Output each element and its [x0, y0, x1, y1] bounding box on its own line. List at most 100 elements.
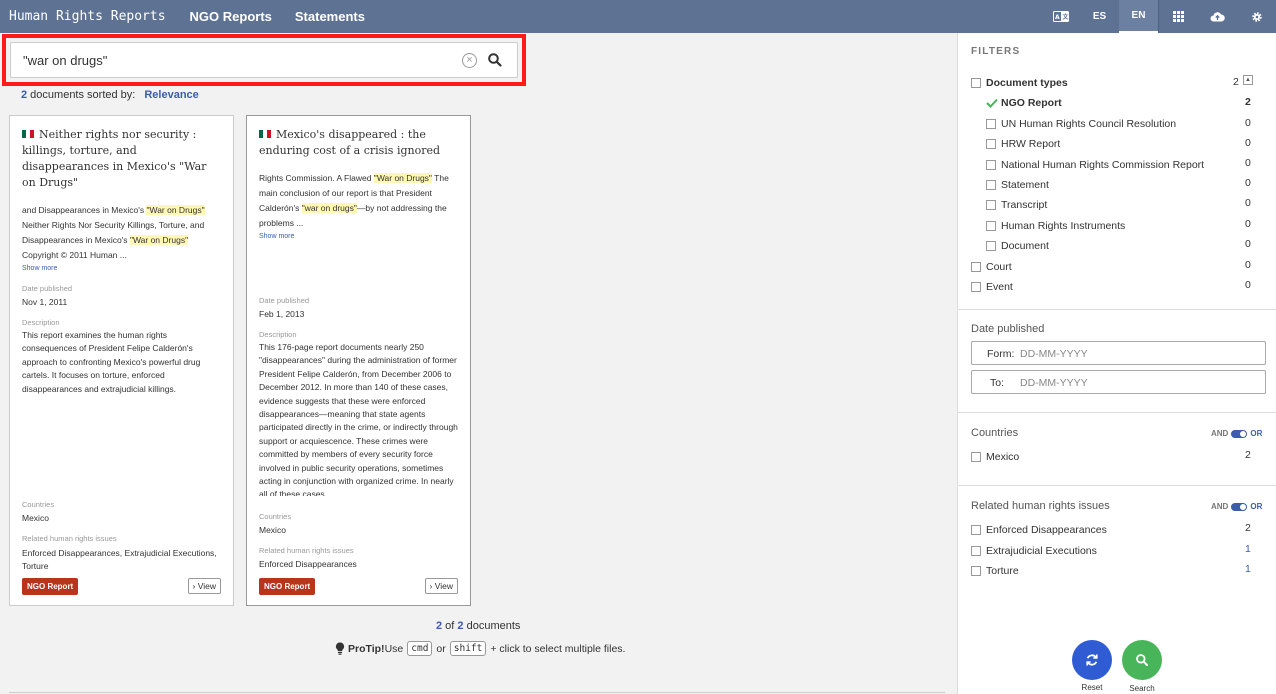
- filter-count: 0: [1245, 177, 1251, 189]
- countries-and-or-toggle[interactable]: AND OR: [1211, 429, 1262, 438]
- brand-title[interactable]: Human Rights Reports: [9, 9, 166, 24]
- filter-hr-instruments[interactable]: Human Rights Instruments: [986, 219, 1125, 233]
- date-label: Date published: [259, 296, 310, 305]
- section-divider: [958, 412, 1276, 413]
- cmd-key: cmd: [407, 641, 433, 656]
- settings-button[interactable]: [1237, 0, 1276, 33]
- checkbox[interactable]: [986, 180, 996, 190]
- checkbox[interactable]: [986, 139, 996, 149]
- issues-label: Related human rights issues: [259, 546, 354, 555]
- description-label: Description: [22, 318, 60, 327]
- filter-count: 0: [1245, 197, 1251, 209]
- filter-nhrc-report[interactable]: National Human Rights Commission Report: [986, 158, 1204, 172]
- translate-icon: A文: [1052, 11, 1069, 22]
- filter-court[interactable]: Court: [971, 260, 1012, 274]
- issues-value: Enforced Disappearances, Extrajudicial E…: [22, 548, 217, 571]
- show-more-link[interactable]: Show more: [22, 265, 221, 272]
- highlighted-match: "War on Drugs": [146, 205, 205, 215]
- reset-button[interactable]: [1072, 640, 1112, 680]
- show-more-link[interactable]: Show more: [259, 233, 458, 240]
- checkbox[interactable]: [971, 282, 981, 292]
- main-content: × 2 documents sorted by:Relevance Neithe…: [0, 33, 957, 694]
- document-card[interactable]: Mexico's disappeared : the enduring cost…: [246, 115, 471, 606]
- countries-value: Mexico: [259, 525, 286, 535]
- filter-event[interactable]: Event: [971, 280, 1013, 294]
- search-button[interactable]: [1122, 640, 1162, 680]
- card-title[interactable]: Neither rights nor security : killings, …: [22, 127, 221, 191]
- description-block: Description This report examines the hum…: [22, 318, 221, 396]
- lang-es-button[interactable]: ES: [1080, 0, 1119, 33]
- grid-button[interactable]: [1159, 0, 1198, 33]
- filter-document[interactable]: Document: [986, 239, 1049, 253]
- cloud-upload-button[interactable]: [1198, 0, 1237, 33]
- svg-text:A: A: [1055, 14, 1060, 21]
- checkbox[interactable]: [971, 78, 981, 88]
- search-bar: ×: [10, 42, 518, 78]
- highlighted-match: "War on Drugs": [129, 235, 189, 245]
- nav-right-group: A文 ES EN: [1041, 0, 1276, 33]
- view-button[interactable]: › View: [424, 578, 458, 594]
- date-from-field[interactable]: Form: DD-MM-YYYY: [971, 341, 1266, 365]
- issues-and-or-toggle[interactable]: AND OR: [1211, 502, 1262, 511]
- toggle-switch[interactable]: [1231, 429, 1248, 438]
- checkmark-icon: [986, 98, 998, 108]
- checkbox[interactable]: [971, 452, 981, 462]
- highlighted-match: "War on Drugs": [373, 173, 432, 183]
- nav-link-statements[interactable]: Statements: [295, 9, 365, 24]
- reset-label: Reset: [1081, 683, 1103, 692]
- filter-count: 2: [1245, 522, 1251, 534]
- checkbox[interactable]: [971, 546, 981, 556]
- checkbox[interactable]: [986, 119, 996, 129]
- toggle-switch[interactable]: [1231, 502, 1248, 511]
- checkbox[interactable]: [986, 241, 996, 251]
- countries-section-title: Countries: [971, 427, 1019, 439]
- filter-ngo-report[interactable]: NGO Report: [986, 96, 1062, 110]
- view-button[interactable]: › View: [187, 578, 221, 594]
- filter-document-types[interactable]: Document types: [971, 76, 1068, 90]
- date-to-field[interactable]: To: DD-MM-YYYY: [971, 370, 1266, 394]
- mexico-flag-icon: [259, 130, 271, 138]
- checkbox[interactable]: [971, 262, 981, 272]
- highlighted-match: "war on drugs": [301, 203, 357, 213]
- filter-hrw-report[interactable]: HRW Report: [986, 137, 1060, 151]
- filters-title: FILTERS: [971, 46, 1021, 57]
- filter-un-resolution[interactable]: UN Human Rights Council Resolution: [986, 117, 1176, 131]
- mexico-flag-icon: [22, 130, 34, 138]
- filter-country-mexico[interactable]: Mexico: [971, 450, 1019, 464]
- sort-dropdown[interactable]: Relevance: [144, 89, 198, 101]
- search-input[interactable]: [23, 52, 443, 68]
- grid-icon: [1173, 11, 1184, 22]
- doc-type-badge: NGO Report: [259, 578, 316, 595]
- issues-label: Related human rights issues: [22, 534, 117, 543]
- document-card[interactable]: Neither rights nor security : killings, …: [9, 115, 234, 606]
- cloud-upload-icon: [1210, 12, 1225, 22]
- filter-issue-extrajudicial-executions[interactable]: Extrajudicial Executions: [971, 544, 1097, 558]
- nav-link-ngo-reports[interactable]: NGO Reports: [190, 9, 272, 24]
- clear-search-icon[interactable]: ×: [462, 53, 477, 68]
- checkbox[interactable]: [986, 221, 996, 231]
- pagination-summary: 2 of 2 documents: [436, 620, 521, 632]
- description-label: Description: [259, 330, 297, 339]
- checkbox[interactable]: [986, 200, 996, 210]
- filter-statement[interactable]: Statement: [986, 178, 1049, 192]
- lightbulb-icon: [335, 642, 345, 655]
- search-icon[interactable]: [487, 52, 503, 68]
- gear-icon: [1251, 11, 1262, 22]
- checkbox[interactable]: [971, 525, 981, 535]
- snippet-text: and Disappearances in Mexico's: [22, 205, 147, 215]
- filter-transcript[interactable]: Transcript: [986, 198, 1047, 212]
- lang-en-button[interactable]: EN: [1119, 0, 1158, 33]
- protip-label: ProTip!: [348, 642, 385, 655]
- translate-button[interactable]: A文: [1041, 0, 1080, 33]
- filter-count: 0: [1245, 259, 1251, 271]
- section-divider: [958, 485, 1276, 486]
- sort-summary: 2 documents sorted by: Relevance: [21, 89, 199, 101]
- filter-issue-enforced-disappearances[interactable]: Enforced Disappearances: [971, 523, 1107, 537]
- checkbox[interactable]: [971, 566, 981, 576]
- card-title[interactable]: Mexico's disappeared : the enduring cost…: [259, 127, 458, 159]
- filter-count: 1: [1245, 543, 1251, 555]
- filter-issue-torture[interactable]: Torture: [971, 564, 1019, 578]
- checkbox[interactable]: [986, 160, 996, 170]
- collapse-icon[interactable]: ▲: [1243, 75, 1253, 85]
- date-section-title: Date published: [971, 323, 1045, 335]
